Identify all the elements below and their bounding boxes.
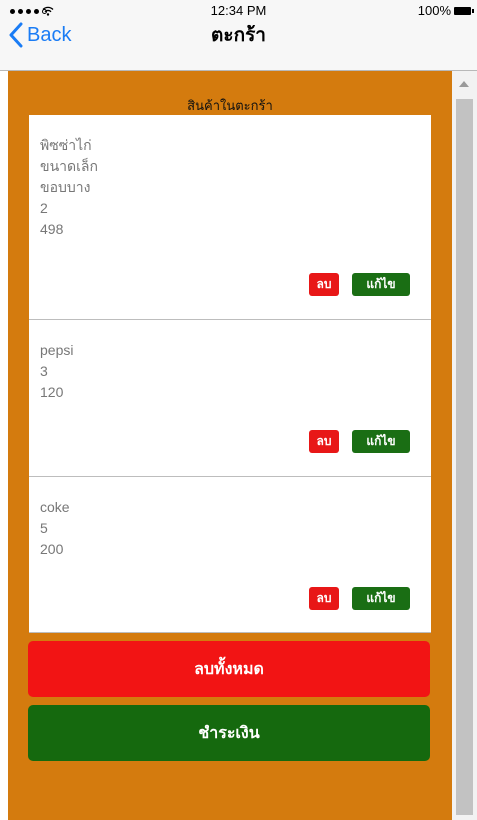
edit-item-button[interactable]: แก้ไข xyxy=(352,430,410,453)
scrollbar-thumb[interactable] xyxy=(456,99,473,815)
vertical-scrollbar[interactable] xyxy=(452,71,477,820)
page-title: ตะกร้า xyxy=(211,24,266,46)
item-price: 120 xyxy=(40,384,64,400)
edit-item-button[interactable]: แก้ไข xyxy=(352,273,410,296)
edit-item-button[interactable]: แก้ไข xyxy=(352,587,410,610)
clear-all-button[interactable]: ลบทั้งหมด xyxy=(28,641,430,697)
delete-item-button[interactable]: ลบ xyxy=(309,430,339,453)
item-name: pepsi xyxy=(40,342,74,358)
delete-item-button[interactable]: ลบ xyxy=(309,587,339,610)
scroll-up-arrow-icon[interactable] xyxy=(459,81,469,87)
item-crust: ขอบบาง xyxy=(40,179,91,195)
battery-percentage: 100% xyxy=(417,3,451,18)
delete-item-button[interactable]: ลบ xyxy=(309,273,339,296)
item-price: 498 xyxy=(40,221,64,237)
item-quantity: 2 xyxy=(40,200,48,216)
checkout-button[interactable]: ชำระเงิน xyxy=(28,705,430,761)
status-time: 12:34 PM xyxy=(210,3,267,18)
cart-panel: สินค้าในตะกร้า พิซซ่าไก่ ขนาดเล็ก ขอบบาง… xyxy=(8,71,452,820)
cart-item-list[interactable]: พิซซ่าไก่ ขนาดเล็ก ขอบบาง 2 498 ลบ แก้ไข… xyxy=(29,115,431,633)
cart-item: pepsi 3 120 ลบ แก้ไข xyxy=(29,320,431,477)
item-quantity: 5 xyxy=(40,520,48,536)
item-name: พิซซ่าไก่ xyxy=(40,137,92,153)
item-name: coke xyxy=(40,499,70,515)
cart-item: พิซซ่าไก่ ขนาดเล็ก ขอบบาง 2 498 ลบ แก้ไข xyxy=(29,115,431,320)
item-price: 200 xyxy=(40,541,64,557)
battery-icon xyxy=(454,7,474,15)
cart-item: coke 5 200 ลบ แก้ไข xyxy=(29,477,431,633)
status-nav-bar: 12:34 PM 100% Back ตะกร้า xyxy=(0,0,477,71)
cart-heading: สินค้าในตะกร้า xyxy=(187,99,273,114)
item-size: ขนาดเล็ก xyxy=(40,158,98,174)
item-quantity: 3 xyxy=(40,363,48,379)
